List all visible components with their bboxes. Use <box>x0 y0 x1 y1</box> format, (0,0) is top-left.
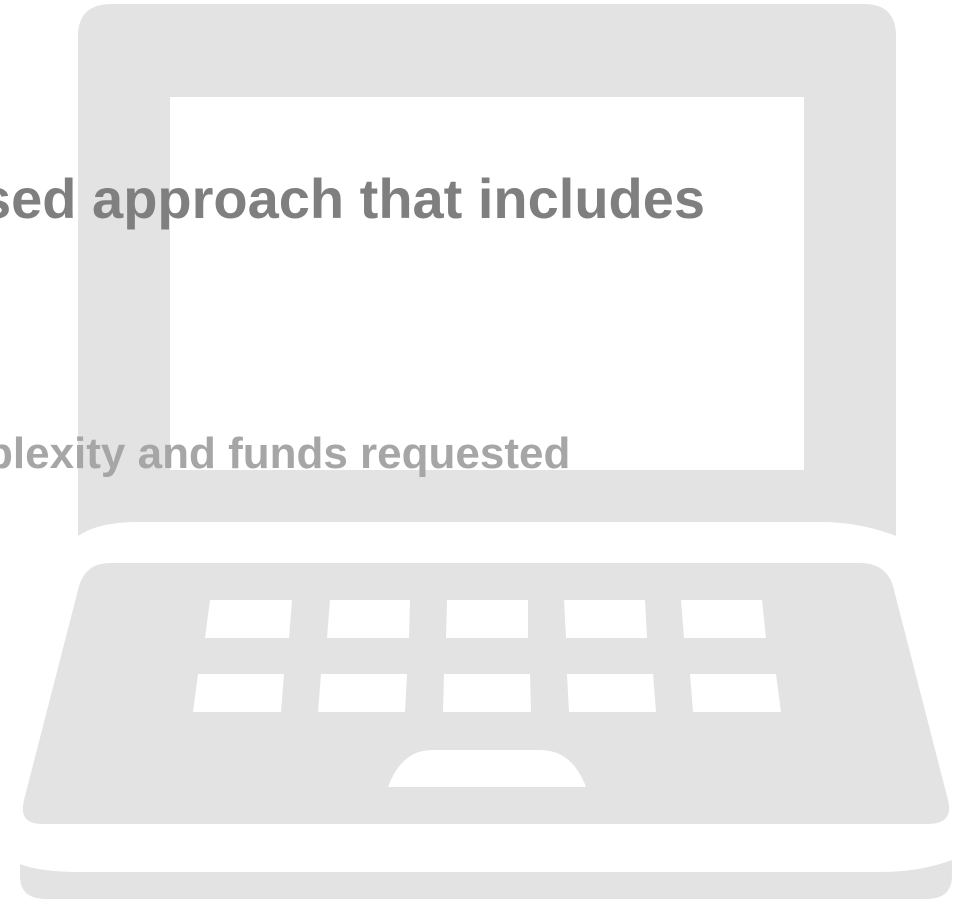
laptop-base <box>20 860 952 899</box>
overlay-subheading-line: plexity and funds requested <box>0 429 571 478</box>
overlay-heading-line: sed approach that includes <box>0 167 706 230</box>
laptop-screen-display <box>170 97 804 470</box>
laptop-trackpad <box>388 750 586 787</box>
keyboard-keys-row-2 <box>193 674 781 712</box>
